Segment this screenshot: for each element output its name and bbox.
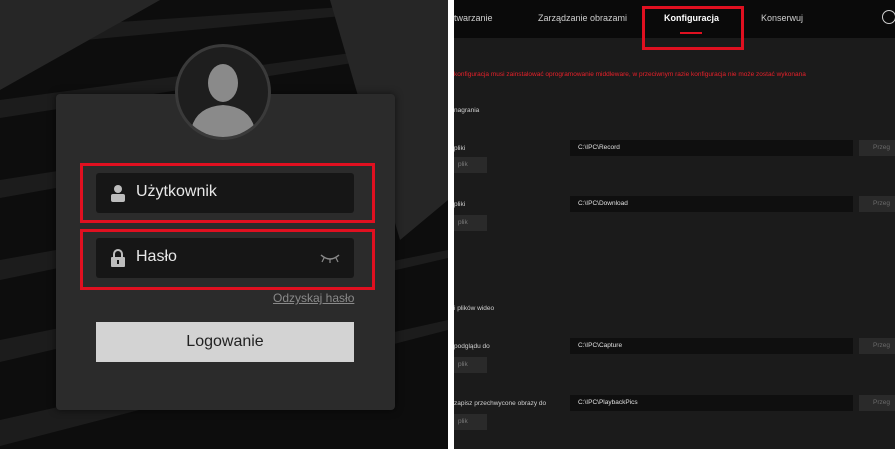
capture-browse-button[interactable]: Przeg [859, 338, 895, 354]
recover-password-link[interactable]: Odzyskaj hasło [273, 291, 354, 305]
eye-closed-icon[interactable] [320, 253, 340, 263]
tab-processing[interactable]: twarzanie [454, 13, 493, 23]
middleware-warning: konfiguracja musi zainstalować oprogramo… [454, 71, 806, 78]
download-path-label: pliki [454, 201, 466, 208]
section-video: i plików wideo [454, 305, 495, 312]
lock-icon [111, 249, 125, 267]
download-path-input[interactable]: C:\IPC\Download [570, 196, 853, 212]
record-open-button[interactable]: plik [454, 157, 487, 173]
user-silhouette-icon [190, 64, 256, 137]
username-field[interactable]: Użytkownik [96, 173, 354, 213]
tab-maintain[interactable]: Konserwuj [761, 13, 803, 23]
download-open-button[interactable]: plik [454, 215, 487, 231]
download-browse-button[interactable]: Przeg [859, 196, 895, 212]
config-screen: twarzanie Zarządzanie obrazami Konfigura… [454, 0, 895, 449]
playback-open-button[interactable]: plik [454, 414, 487, 430]
section-recording: nagrania [454, 107, 480, 114]
capture-path-input[interactable]: C:\IPC\Capture [570, 338, 853, 354]
record-browse-button[interactable]: Przeg [859, 140, 895, 156]
record-path-label: pliki [454, 145, 466, 152]
avatar [175, 44, 271, 140]
configuration-tab-highlight [642, 6, 744, 50]
playback-path-label: zapisz przechwycone obrazy do [454, 400, 547, 407]
user-account-icon[interactable] [882, 10, 895, 24]
record-path-input[interactable]: C:\IPC\Record [570, 140, 853, 156]
tab-image-management[interactable]: Zarządzanie obrazami [538, 13, 627, 23]
username-placeholder: Użytkownik [136, 183, 217, 200]
capture-path-label: podglądu do [454, 343, 490, 350]
login-button[interactable]: Logowanie [96, 322, 354, 362]
capture-open-button[interactable]: plik [454, 357, 487, 373]
person-icon [111, 185, 125, 202]
playback-path-input[interactable]: C:\IPC\PlaybackPics [570, 395, 853, 411]
password-placeholder: Hasło [136, 248, 177, 265]
playback-browse-button[interactable]: Przeg [859, 395, 895, 411]
login-screen: Użytkownik Hasło Odzyskaj hasło Logowani… [0, 0, 448, 449]
password-field[interactable]: Hasło [96, 238, 354, 278]
